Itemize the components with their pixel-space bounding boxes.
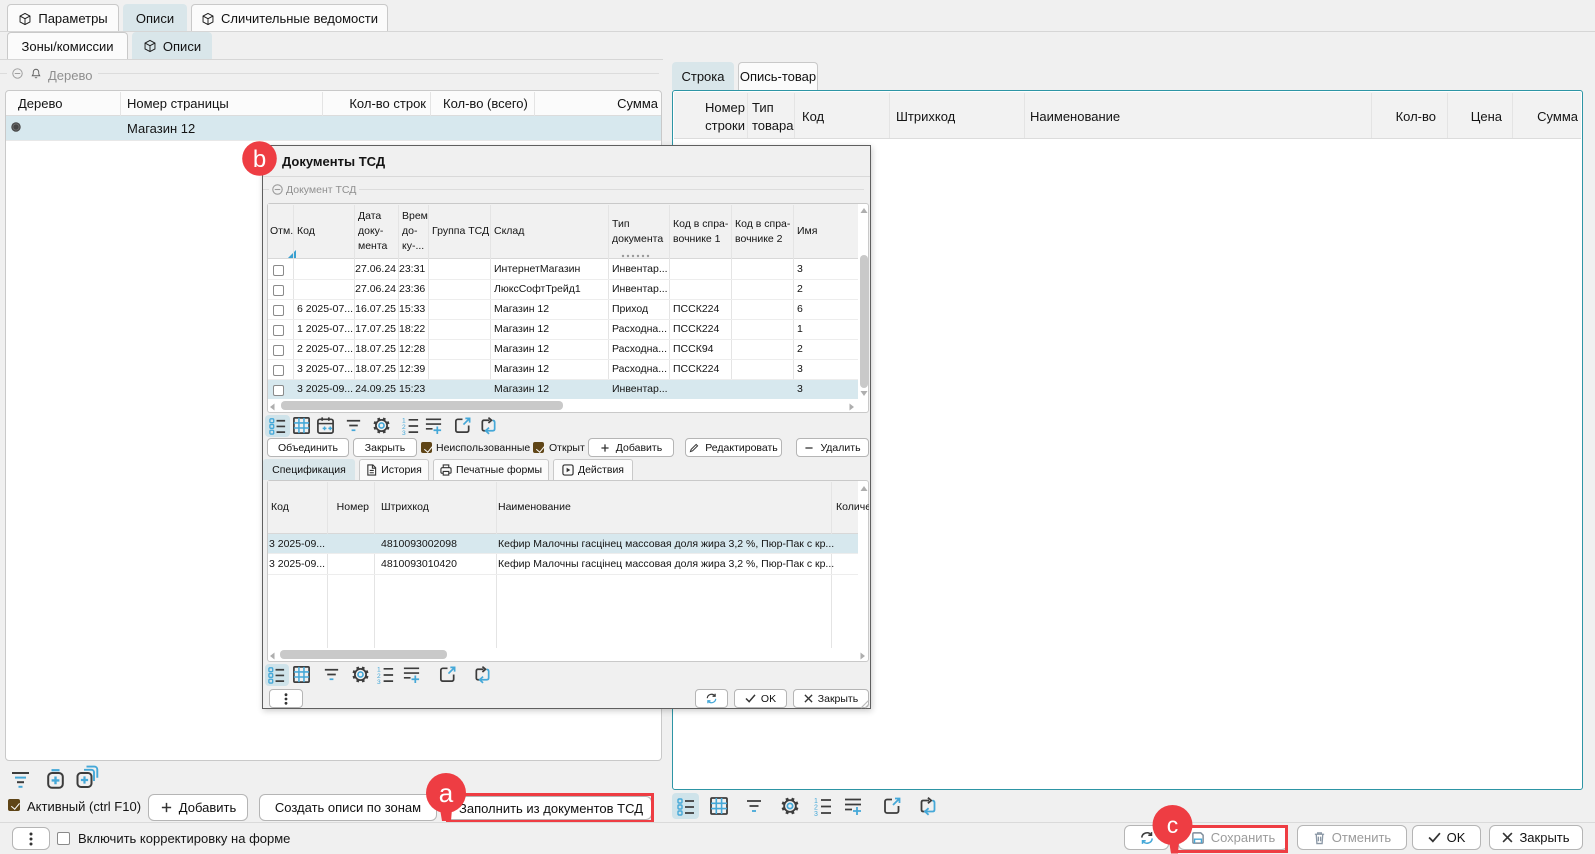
svg-text:c: c [1167, 812, 1179, 838]
svg-text:a: a [439, 778, 454, 808]
svg-text:b: b [253, 146, 266, 173]
